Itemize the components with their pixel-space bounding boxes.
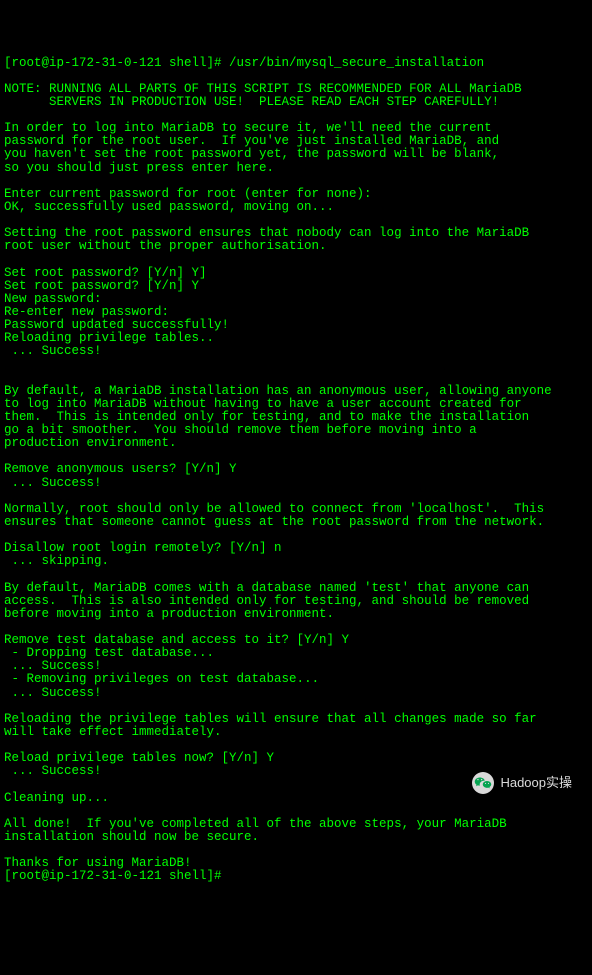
terminal-line [4, 253, 588, 266]
terminal-line [4, 568, 588, 581]
terminal-output[interactable]: [root@ip-172-31-0-121 shell]# /usr/bin/m… [4, 57, 588, 884]
terminal-line: By default, MariaDB comes with a databas… [4, 582, 588, 595]
terminal-line: Set root password? [Y/n] Y] [4, 267, 588, 280]
terminal-line [4, 358, 588, 371]
terminal-line: before moving into a production environm… [4, 608, 588, 621]
terminal-line: Enter current password for root (enter f… [4, 188, 588, 201]
terminal-line: ... Success! [4, 687, 588, 700]
terminal-line: you haven't set the root password yet, t… [4, 148, 588, 161]
terminal-line: production environment. [4, 437, 588, 450]
terminal-line: Reloading the privilege tables will ensu… [4, 713, 588, 726]
watermark-label: Hadoop实操 [500, 776, 572, 790]
terminal-line: root user without the proper authorisati… [4, 240, 588, 253]
terminal-line: to log into MariaDB without having to ha… [4, 398, 588, 411]
terminal-line: ... Success! [4, 345, 588, 358]
terminal-line: installation should now be secure. [4, 831, 588, 844]
terminal-line: ... Success! [4, 477, 588, 490]
terminal-line: New password: [4, 293, 588, 306]
terminal-line [4, 70, 588, 83]
terminal-line: Set root password? [Y/n] Y [4, 280, 588, 293]
terminal-line: so you should just press enter here. [4, 162, 588, 175]
terminal-line [4, 700, 588, 713]
terminal-line: Normally, root should only be allowed to… [4, 503, 588, 516]
terminal-line [4, 490, 588, 503]
terminal-line: OK, successfully used password, moving o… [4, 201, 588, 214]
terminal-line [4, 175, 588, 188]
terminal-line: ensures that someone cannot guess at the… [4, 516, 588, 529]
terminal-line: - Removing privileges on test database..… [4, 673, 588, 686]
terminal-line: ... skipping. [4, 555, 588, 568]
terminal-line: All done! If you've completed all of the… [4, 818, 588, 831]
wechat-icon [472, 772, 494, 794]
terminal-line: Thanks for using MariaDB! [4, 857, 588, 870]
terminal-line [4, 844, 588, 857]
terminal-line [4, 805, 588, 818]
terminal-line [4, 372, 588, 385]
watermark: Hadoop实操 [472, 772, 572, 794]
terminal-line: NOTE: RUNNING ALL PARTS OF THIS SCRIPT I… [4, 83, 588, 96]
terminal-line: SERVERS IN PRODUCTION USE! PLEASE READ E… [4, 96, 588, 109]
terminal-line: By default, a MariaDB installation has a… [4, 385, 588, 398]
terminal-line: access. This is also intended only for t… [4, 595, 588, 608]
terminal-line: [root@ip-172-31-0-121 shell]# /usr/bin/m… [4, 57, 588, 70]
terminal-line: will take effect immediately. [4, 726, 588, 739]
terminal-line: [root@ip-172-31-0-121 shell]# [4, 870, 588, 883]
terminal-line: Remove anonymous users? [Y/n] Y [4, 463, 588, 476]
